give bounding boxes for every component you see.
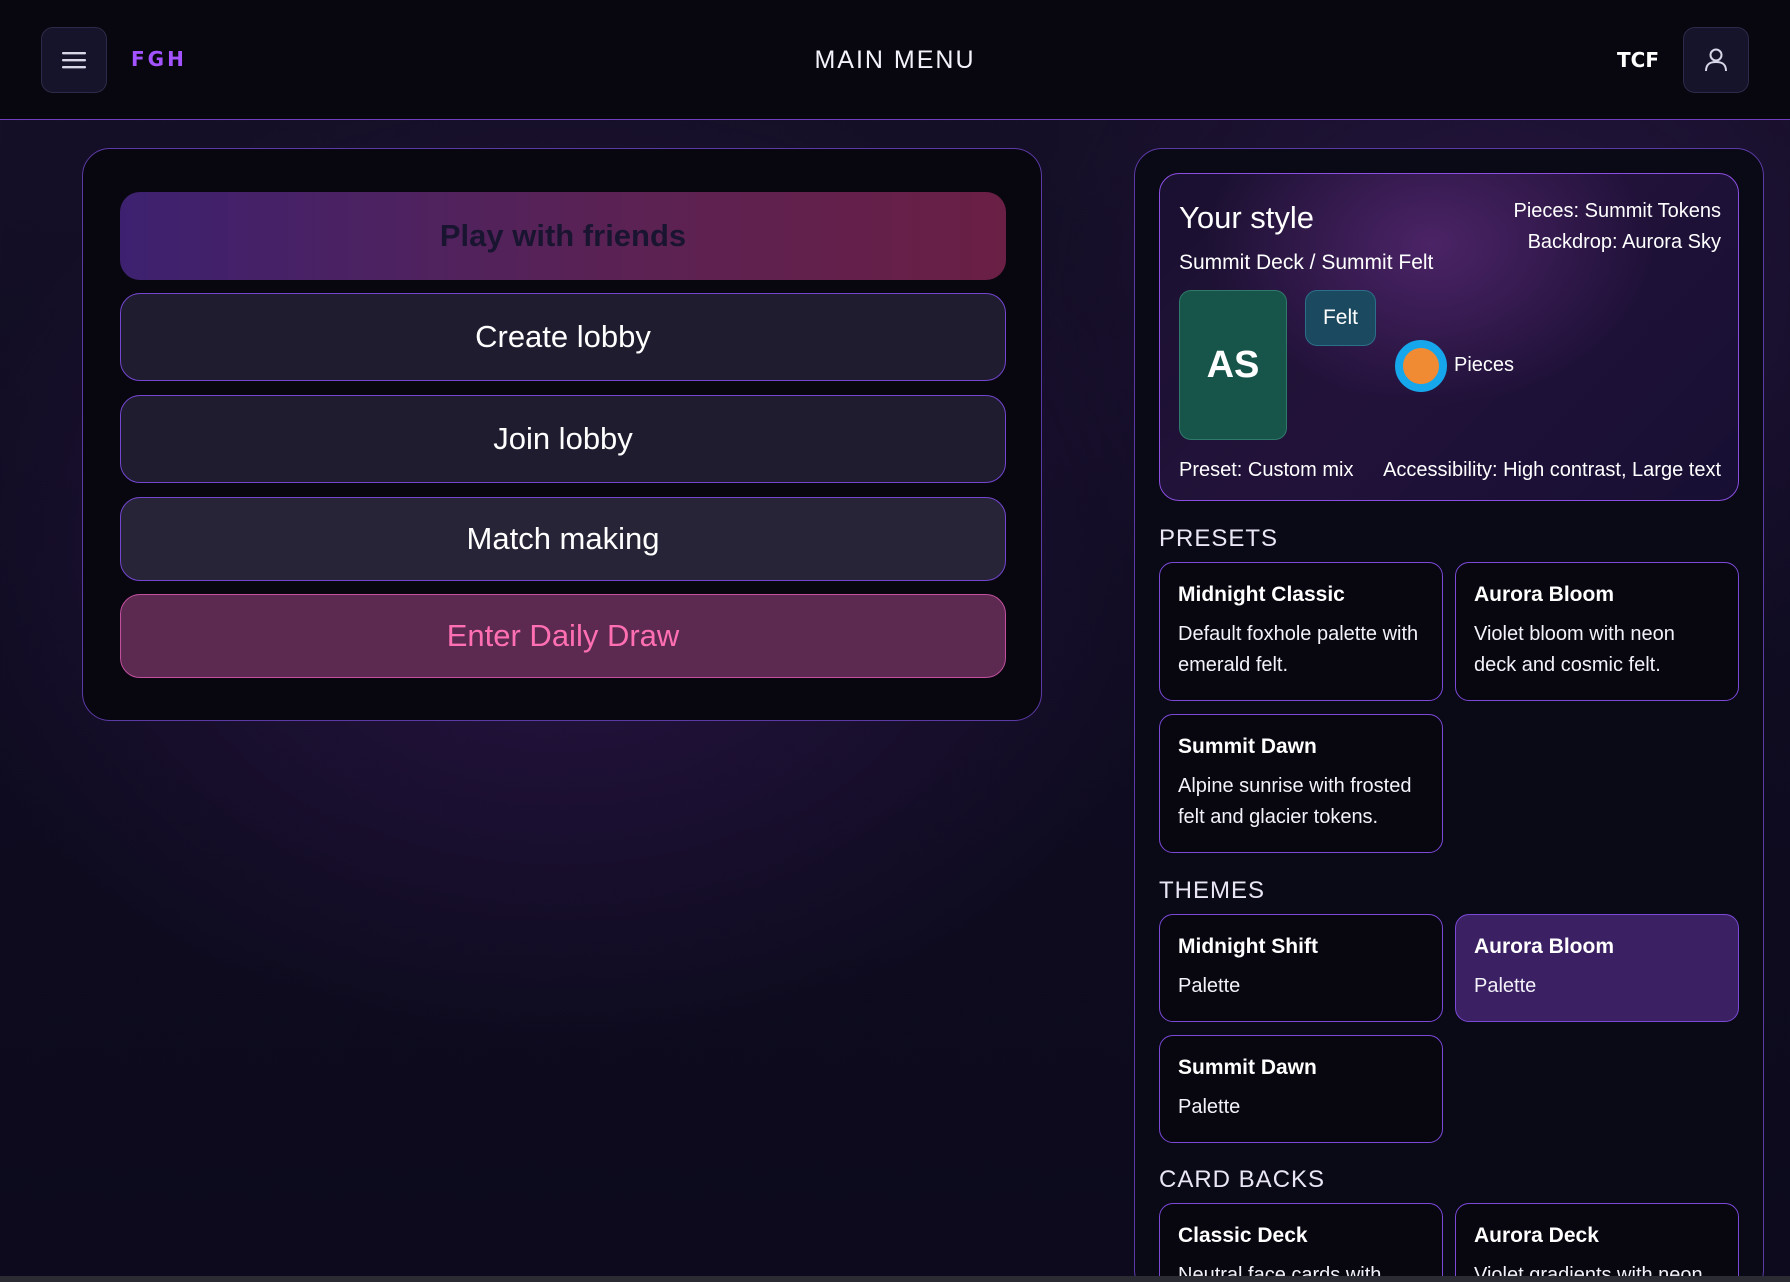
preset-title: Midnight Classic bbox=[1178, 583, 1345, 606]
preset-card[interactable]: Summit Dawn Alpine sunrise with frosted … bbox=[1159, 714, 1443, 853]
backdrop-info: Backdrop: Aurora Sky bbox=[1527, 231, 1721, 253]
style-meta: Pieces: Summit Tokens Backdrop: Aurora S… bbox=[1514, 196, 1722, 258]
join-lobby-button[interactable]: Join lobby bbox=[120, 395, 1006, 483]
preset-card[interactable]: Aurora Bloom Violet bloom with neon deck… bbox=[1455, 562, 1739, 701]
style-summary-card: Your style Summit Deck / Summit Felt Pie… bbox=[1159, 173, 1739, 501]
style-panel: Your style Summit Deck / Summit Felt Pie… bbox=[1134, 148, 1764, 1282]
card-back-card[interactable]: Classic Deck Neutral face cards with bbox=[1159, 1203, 1443, 1282]
page-title: MAIN MENU bbox=[814, 46, 976, 74]
theme-title: Midnight Shift bbox=[1178, 935, 1318, 958]
top-bar: FGH MAIN MENU TCF bbox=[0, 0, 1790, 120]
presets-heading: PRESETS bbox=[1159, 525, 1279, 552]
profile-button[interactable] bbox=[1683, 27, 1749, 93]
themes-heading: THEMES bbox=[1159, 877, 1266, 904]
style-subtitle: Summit Deck / Summit Felt bbox=[1179, 251, 1434, 274]
preset-desc: Violet bloom with neon deck and cosmic f… bbox=[1474, 623, 1675, 676]
theme-card[interactable]: Summit Dawn Palette bbox=[1159, 1035, 1443, 1143]
preset-info: Preset: Custom mix bbox=[1179, 459, 1354, 481]
card-back-title: Classic Deck bbox=[1178, 1224, 1308, 1247]
card-preview: AS bbox=[1179, 290, 1287, 440]
theme-desc: Palette bbox=[1178, 1096, 1241, 1118]
felt-preview: Felt bbox=[1305, 290, 1376, 346]
pieces-info: Pieces: Summit Tokens bbox=[1513, 200, 1722, 222]
theme-desc: Palette bbox=[1474, 975, 1537, 997]
preset-desc: Default foxhole palette with emerald fel… bbox=[1178, 623, 1419, 676]
play-with-friends-button[interactable]: Play with friends bbox=[120, 192, 1006, 280]
bottom-taskbar-strip bbox=[0, 1276, 1790, 1282]
daily-draw-button[interactable]: Enter Daily Draw bbox=[120, 594, 1006, 678]
create-lobby-button[interactable]: Create lobby bbox=[120, 293, 1006, 381]
theme-title: Aurora Bloom bbox=[1474, 935, 1615, 958]
preset-title: Aurora Bloom bbox=[1474, 583, 1615, 606]
piece-token-icon bbox=[1395, 340, 1447, 392]
card-back-title: Aurora Deck bbox=[1474, 1224, 1599, 1247]
user-tag: TCF bbox=[1617, 48, 1659, 72]
preset-desc: Alpine sunrise with frosted felt and gla… bbox=[1178, 775, 1412, 828]
theme-card[interactable]: Midnight Shift Palette bbox=[1159, 914, 1443, 1022]
theme-desc: Palette bbox=[1178, 975, 1241, 997]
style-title: Your style bbox=[1179, 200, 1314, 235]
accessibility-info: Accessibility: High contrast, Large text bbox=[1383, 459, 1721, 481]
preset-title: Summit Dawn bbox=[1178, 735, 1317, 758]
match-making-button[interactable]: Match making bbox=[120, 497, 1006, 581]
theme-title: Summit Dawn bbox=[1178, 1056, 1317, 1079]
preset-card[interactable]: Midnight Classic Default foxhole palette… bbox=[1159, 562, 1443, 701]
pieces-label: Pieces bbox=[1454, 354, 1515, 376]
card-back-card[interactable]: Aurora Deck Violet gradients with neon bbox=[1455, 1203, 1739, 1282]
theme-card-selected[interactable]: Aurora Bloom Palette bbox=[1455, 914, 1739, 1022]
main-menu-panel: Play with friends Create lobby Join lobb… bbox=[82, 148, 1042, 721]
card-backs-heading: CARD BACKS bbox=[1159, 1166, 1326, 1193]
user-icon bbox=[1705, 48, 1727, 72]
